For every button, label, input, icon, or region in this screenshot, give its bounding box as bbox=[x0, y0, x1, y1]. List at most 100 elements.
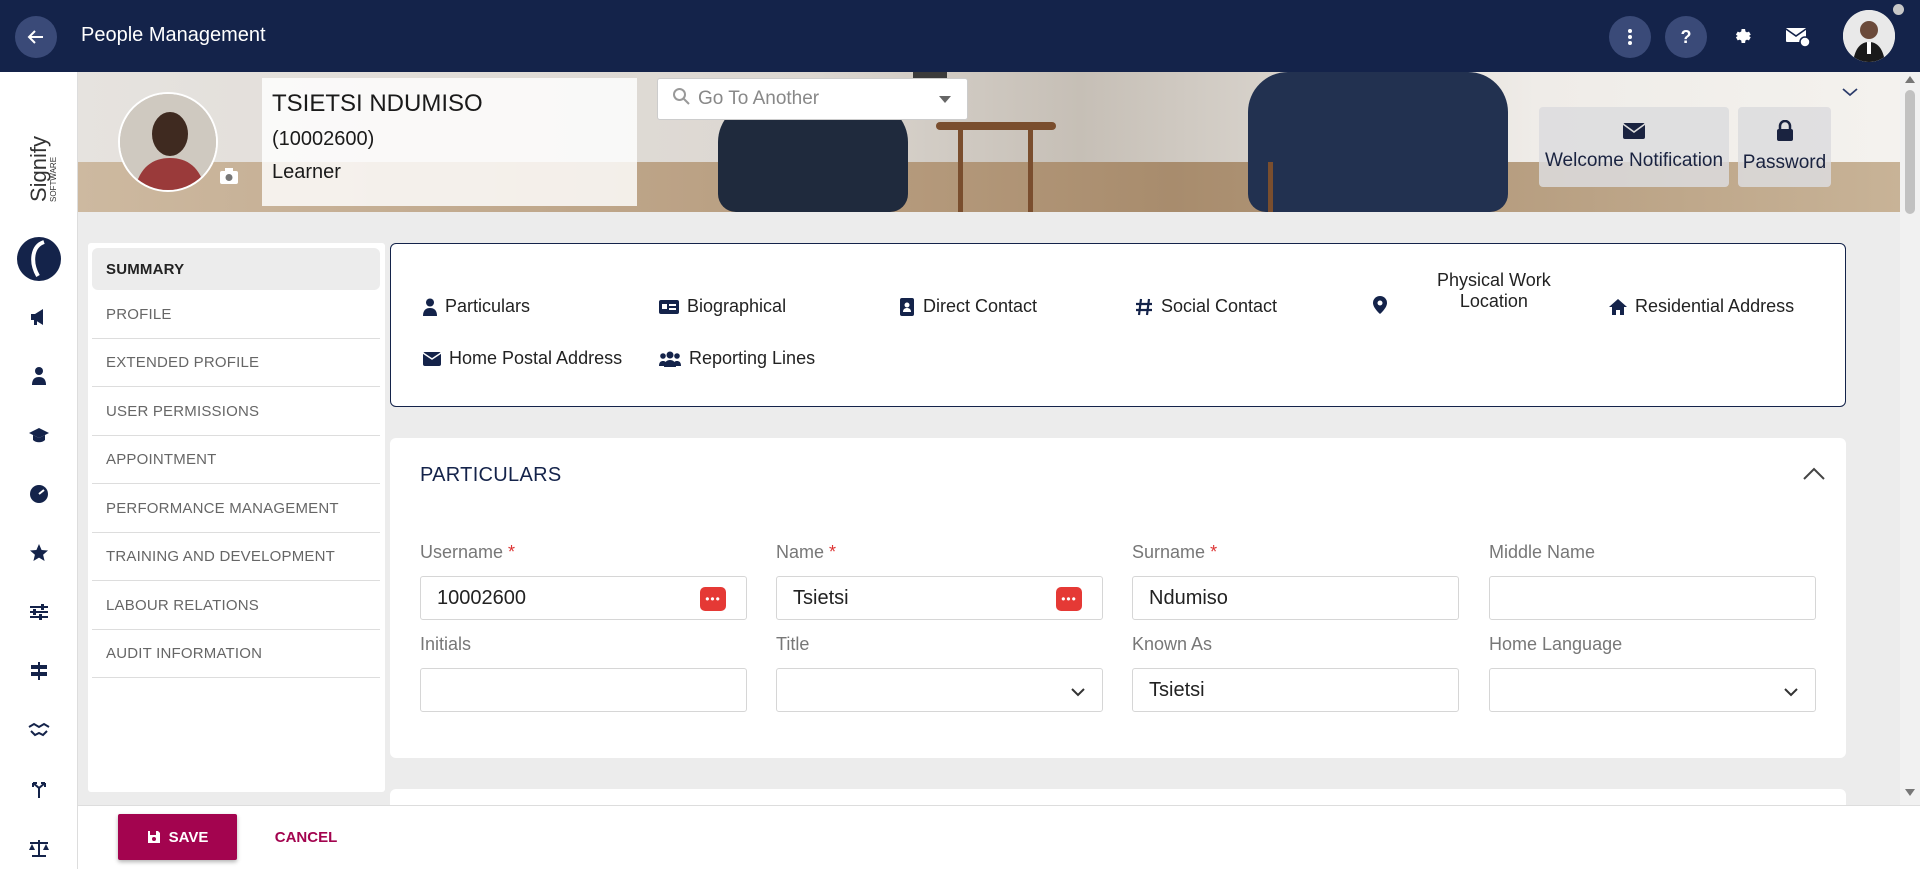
user-avatar[interactable] bbox=[1843, 10, 1895, 62]
username-label: Username * bbox=[420, 542, 516, 562]
app-title: People Management bbox=[81, 24, 266, 46]
surname-field[interactable]: Ndumiso bbox=[1132, 576, 1459, 620]
middle-name-field[interactable] bbox=[1489, 576, 1816, 620]
graduation-cap-icon bbox=[29, 428, 49, 443]
sliders-icon bbox=[30, 604, 48, 620]
name-label: Name * bbox=[776, 542, 837, 562]
nav-user-permissions[interactable]: USER PERMISSIONS bbox=[92, 388, 380, 436]
save-button[interactable]: SAVE bbox=[118, 814, 237, 860]
camera-icon[interactable] bbox=[219, 167, 241, 187]
link-social-contact[interactable]: Social Contact bbox=[1135, 296, 1277, 317]
rail-routes[interactable] bbox=[22, 772, 56, 806]
scrollbar-thumb[interactable] bbox=[1905, 90, 1915, 214]
profile-photo bbox=[118, 92, 218, 192]
rail-legal[interactable] bbox=[22, 831, 56, 865]
password-manager-icon[interactable]: ••• bbox=[700, 587, 726, 611]
link-physical-work-location[interactable]: Physical Work Location bbox=[1373, 270, 1551, 314]
home-language-select[interactable] bbox=[1489, 668, 1816, 712]
svg-text:SOFTWARE: SOFTWARE bbox=[49, 157, 58, 202]
home-language-label: Home Language bbox=[1489, 634, 1623, 654]
rail-settings[interactable] bbox=[22, 595, 56, 629]
nav-training-and-development[interactable]: TRAINING AND DEVELOPMENT bbox=[92, 533, 380, 581]
scroll-up-arrow[interactable] bbox=[1905, 76, 1915, 83]
link-residential-address[interactable]: Residential Address bbox=[1609, 296, 1794, 317]
nav-profile[interactable]: PROFILE bbox=[92, 291, 380, 339]
floppy-disk-icon bbox=[147, 830, 161, 844]
profile-section-nav: SUMMARY PROFILE EXTENDED PROFILE USER PE… bbox=[88, 243, 385, 792]
known-as-field[interactable]: Tsietsi bbox=[1132, 668, 1459, 712]
password-label: Password bbox=[1742, 152, 1827, 173]
nav-performance-management[interactable]: PERFORMANCE MANAGEMENT bbox=[92, 485, 380, 533]
more-options-button[interactable] bbox=[1609, 16, 1651, 58]
name-field[interactable]: Tsietsi ••• bbox=[776, 576, 1103, 620]
nav-labour-relations[interactable]: LABOUR RELATIONS bbox=[92, 582, 380, 630]
password-manager-icon[interactable]: ••• bbox=[1056, 587, 1082, 611]
username-field[interactable]: 10002600 ••• bbox=[420, 576, 747, 620]
person-icon bbox=[32, 367, 46, 385]
link-direct-contact[interactable]: Direct Contact bbox=[899, 296, 1037, 317]
signpost-icon bbox=[31, 662, 47, 680]
search-icon bbox=[672, 87, 690, 111]
rail-performance[interactable] bbox=[22, 477, 56, 511]
arrow-left-icon bbox=[27, 30, 43, 44]
particulars-card: PARTICULARS Username * Name * Surname * … bbox=[390, 438, 1846, 758]
nav-audit-information[interactable]: AUDIT INFORMATION bbox=[92, 630, 380, 678]
welcome-notification-label: Welcome Notification bbox=[1544, 150, 1724, 171]
go-to-another-select[interactable]: Go To Another bbox=[657, 78, 968, 120]
map-pin-icon bbox=[1373, 296, 1387, 314]
password-button[interactable]: Password bbox=[1738, 107, 1831, 187]
rail-favourites[interactable] bbox=[22, 536, 56, 570]
status-dot bbox=[1893, 4, 1904, 15]
particulars-header: PARTICULARS bbox=[420, 464, 562, 486]
initials-field[interactable] bbox=[420, 668, 747, 712]
rail-directions[interactable] bbox=[22, 654, 56, 688]
chevron-down-icon bbox=[1070, 683, 1086, 699]
question-icon: ? bbox=[1680, 26, 1692, 47]
middle-name-label: Middle Name bbox=[1489, 542, 1596, 562]
caret-down-icon bbox=[939, 96, 951, 103]
surname-label: Surname * bbox=[1132, 542, 1218, 562]
person-icon bbox=[423, 298, 437, 316]
rail-learning[interactable] bbox=[22, 418, 56, 452]
svg-text:Signify: Signify bbox=[26, 136, 51, 202]
profile-role: Learner bbox=[272, 161, 341, 183]
known-as-label: Known As bbox=[1132, 634, 1213, 654]
help-button[interactable]: ? bbox=[1665, 16, 1707, 58]
envelope-icon bbox=[423, 351, 441, 366]
lock-icon bbox=[1776, 119, 1794, 148]
cancel-button[interactable]: CANCEL bbox=[266, 814, 346, 860]
id-card-icon bbox=[659, 299, 679, 315]
home-icon bbox=[1609, 298, 1627, 315]
rail-people[interactable] bbox=[22, 359, 56, 393]
link-biographical[interactable]: Biographical bbox=[659, 296, 786, 317]
welcome-notification-button[interactable]: Welcome Notification bbox=[1539, 107, 1729, 187]
envelope-icon bbox=[1622, 122, 1646, 146]
left-rail: Signify SOFTWARE bbox=[0, 72, 78, 869]
title-select[interactable] bbox=[776, 668, 1103, 712]
gear-icon bbox=[1735, 29, 1751, 43]
rail-announcements[interactable] bbox=[22, 300, 56, 334]
handshake-icon bbox=[28, 722, 50, 737]
settings-button[interactable] bbox=[1727, 20, 1761, 54]
nav-summary[interactable]: SUMMARY bbox=[92, 248, 380, 290]
signify-logo: Signify SOFTWARE bbox=[14, 102, 64, 282]
chevron-up-icon[interactable] bbox=[1802, 466, 1826, 482]
mail-chat-icon bbox=[1785, 28, 1811, 48]
link-particulars[interactable]: Particulars bbox=[423, 296, 530, 317]
messages-button[interactable] bbox=[1781, 20, 1815, 54]
scales-icon bbox=[29, 840, 49, 857]
rail-relations[interactable] bbox=[22, 713, 56, 747]
back-button[interactable] bbox=[15, 16, 57, 58]
link-home-postal-address[interactable]: Home Postal Address bbox=[423, 348, 622, 369]
person-photo-icon bbox=[120, 94, 216, 190]
nav-extended-profile[interactable]: EXTENDED PROFILE bbox=[92, 339, 380, 387]
initials-label: Initials bbox=[420, 634, 472, 654]
chevron-down-icon[interactable] bbox=[1840, 85, 1860, 99]
scroll-down-arrow[interactable] bbox=[1905, 789, 1915, 796]
profile-name: TSIETSI NDUMISO bbox=[272, 90, 483, 117]
go-to-another-placeholder: Go To Another bbox=[698, 88, 820, 109]
bottom-action-bar bbox=[78, 805, 1920, 869]
users-icon bbox=[659, 351, 681, 367]
link-reporting-lines[interactable]: Reporting Lines bbox=[659, 348, 815, 369]
nav-appointment[interactable]: APPOINTMENT bbox=[92, 436, 380, 484]
